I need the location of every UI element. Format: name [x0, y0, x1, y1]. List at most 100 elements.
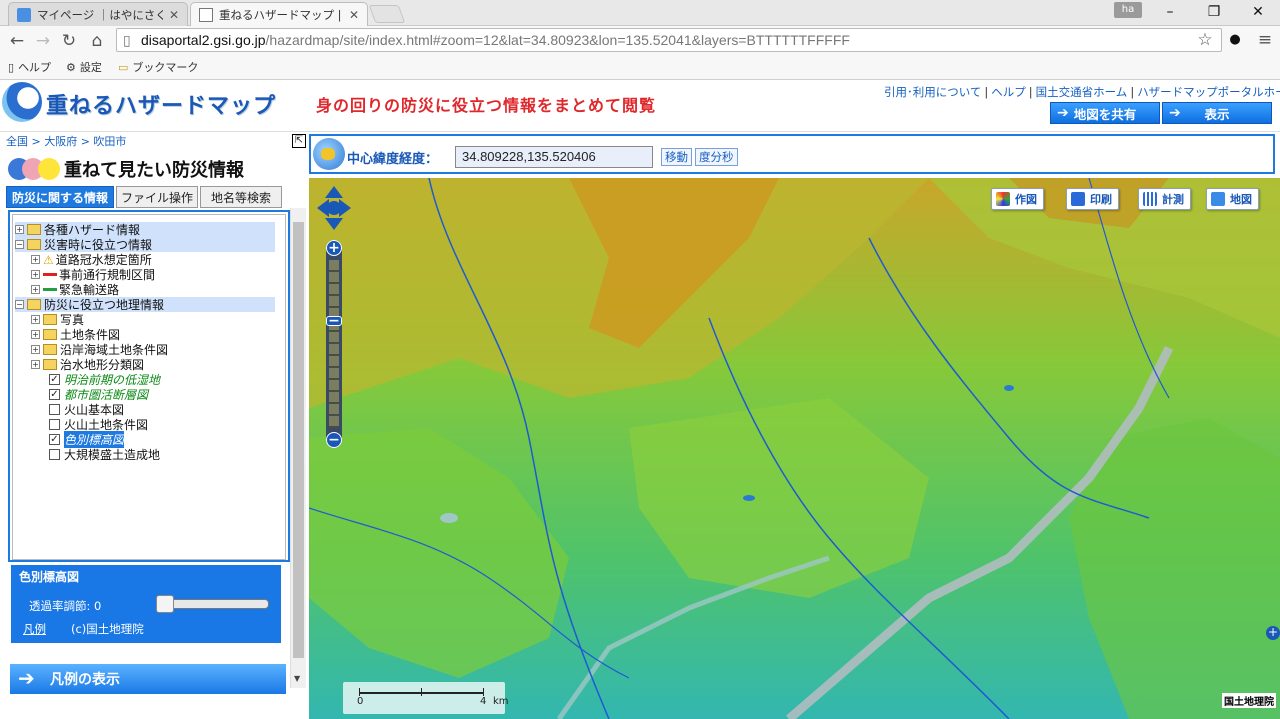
map-view[interactable]: 作図 印刷 計測 地図 + − − 0 4 km 国土地理院 + — [309, 178, 1280, 719]
breadcrumb[interactable]: 全国 > 大阪府 > 吹田市 — [6, 133, 126, 149]
home-icon[interactable]: ⌂ — [86, 30, 108, 52]
checkbox[interactable] — [49, 404, 60, 415]
pan-control[interactable] — [317, 186, 351, 230]
address-bar[interactable]: ▯ disaportal2.gsi.go.jp/hazardmap/site/in… — [116, 28, 1222, 52]
close-window-button[interactable]: ✕ — [1236, 0, 1280, 24]
link-mlit-home[interactable]: 国土交通省ホーム — [1036, 85, 1128, 99]
tree-item-traffic-regulation[interactable]: + 事前通行規制区間 — [31, 267, 155, 282]
tree-item-meiji-lowland[interactable]: ✓ 明治前期の低湿地 — [49, 372, 160, 387]
checkbox[interactable]: ✓ — [49, 374, 60, 385]
tree-item-photo[interactable]: + 写真 — [31, 312, 84, 327]
new-tab-button[interactable] — [368, 5, 406, 23]
checkbox[interactable] — [49, 419, 60, 430]
browser-tab-mypage[interactable]: マイページ ｜はやにさく｜ みんな ✕ — [8, 2, 188, 26]
zoom-handle[interactable]: − — [326, 314, 342, 328]
print-label: 印刷 — [1090, 193, 1112, 206]
tree-item-flood-terrain[interactable]: + 治水地形分類図 — [31, 357, 144, 372]
map-type-label: 地図 — [1230, 193, 1252, 206]
tree-item-hazard[interactable]: + 各種ハザード情報 — [15, 222, 275, 237]
folder-icon — [43, 314, 57, 325]
draw-button[interactable]: 作図 — [991, 188, 1044, 210]
collapse-panel-icon[interactable]: ⇱ — [292, 134, 306, 148]
expand-icon[interactable]: + — [31, 315, 40, 324]
tab-place-search[interactable]: 地名等検索 — [200, 186, 282, 208]
tree-item-large-fill[interactable]: 大規模盛土造成地 — [49, 447, 160, 462]
bookmark-settings[interactable]: ⚙ 設定 — [66, 58, 102, 76]
extension-icon[interactable]: ● — [1224, 29, 1246, 51]
minimize-button[interactable]: – — [1148, 0, 1192, 24]
show-button[interactable]: ➔ 表示 — [1162, 102, 1272, 124]
measure-label: 計測 — [1162, 193, 1184, 206]
scale-unit: km — [493, 696, 509, 707]
circle-yellow-icon — [38, 158, 60, 180]
back-arrow-icon[interactable]: ← — [6, 30, 28, 52]
browser-toolbar: ← → ↻ ⌂ ▯ disaportal2.gsi.go.jp/hazardmap… — [0, 26, 1280, 54]
reload-icon[interactable]: ↻ — [58, 30, 80, 52]
opacity-slider-handle[interactable] — [156, 595, 174, 613]
show-legend-button[interactable]: ➔ 凡例の表示 — [10, 664, 286, 694]
tab-close-icon[interactable]: ✕ — [169, 8, 179, 22]
zoom-slider[interactable]: + − − — [326, 240, 342, 448]
menu-icon[interactable]: ≡ — [1254, 29, 1276, 51]
expand-icon[interactable]: + — [31, 285, 40, 294]
folder-icon: ▭ — [118, 60, 129, 74]
expand-icon[interactable]: + — [31, 270, 40, 279]
link-help[interactable]: ヘルプ — [991, 85, 1026, 99]
tree-item-road-flood[interactable]: + ⚠ 道路冠水想定箇所 — [31, 252, 152, 267]
print-button[interactable]: 印刷 — [1066, 188, 1119, 210]
zoom-out-icon[interactable]: − — [326, 432, 342, 448]
tree-item-volcano-land[interactable]: 火山土地条件図 — [49, 417, 148, 432]
tree-item-emergency-route[interactable]: + 緊急輸送路 — [31, 282, 119, 297]
profile-badge[interactable]: ha — [1114, 2, 1142, 18]
tab-close-icon[interactable]: ✕ — [349, 8, 359, 22]
scale-end: 4 — [480, 696, 487, 707]
browser-tab-hazardmap[interactable]: 重ねるハザードマップ | 国土交 ✕ — [190, 2, 368, 27]
zoom-in-icon[interactable]: + — [326, 240, 342, 256]
expand-icon[interactable]: + — [15, 225, 24, 234]
expand-panel-icon[interactable]: + — [1266, 626, 1280, 640]
dms-button[interactable]: 度分秒 — [695, 148, 738, 166]
opacity-slider[interactable] — [156, 595, 269, 613]
scrollbar-thumb[interactable] — [293, 222, 304, 658]
scroll-down-icon[interactable]: ▼ — [294, 674, 300, 683]
legend-link[interactable]: 凡例 — [23, 621, 46, 637]
site-title[interactable]: 重ねるハザードマップ — [46, 88, 276, 120]
expand-icon[interactable]: + — [31, 345, 40, 354]
collapse-icon[interactable]: − — [15, 300, 24, 309]
layer-tree-panel: + 各種ハザード情報 − 災害時に役立つ情報 + ⚠ 道路冠水想定箇所 + 事前通行規制区… — [8, 210, 290, 562]
tree-item-active-fault[interactable]: ✓ 都市圏活断層図 — [49, 387, 148, 402]
tree-item-geo-info[interactable]: − 防災に役立つ地理情報 — [15, 297, 275, 312]
maximize-button[interactable]: ❐ — [1192, 0, 1236, 24]
expand-icon[interactable]: + — [31, 255, 40, 264]
tree-item-disaster-time[interactable]: − 災害時に役立つ情報 — [15, 237, 275, 252]
checkbox[interactable] — [49, 449, 60, 460]
tree-item-land-condition[interactable]: + 土地条件図 — [31, 327, 120, 342]
measure-button[interactable]: 計測 — [1138, 188, 1191, 210]
header-links: 引用･利用について|ヘルプ|国土交通省ホーム|ハザードマップポータルホーム — [884, 84, 1280, 100]
tree-item-color-elevation[interactable]: ✓ 色別標高図 — [49, 431, 125, 448]
tab-file-ops[interactable]: ファイル操作 — [116, 186, 198, 208]
expand-icon[interactable]: + — [31, 330, 40, 339]
tree-item-volcano-base[interactable]: 火山基本図 — [49, 402, 124, 417]
expand-icon[interactable]: + — [31, 360, 40, 369]
forward-arrow-icon[interactable]: → — [32, 30, 54, 52]
panel-title-first: 重 — [64, 160, 82, 181]
link-portal-home[interactable]: ハザードマップポータルホーム — [1137, 85, 1280, 99]
star-icon[interactable]: ☆ — [1194, 29, 1216, 51]
left-panel-scrollbar[interactable]: ▼ — [290, 208, 306, 688]
move-button[interactable]: 移動 — [661, 148, 692, 166]
green-line-icon — [43, 288, 57, 291]
checkbox[interactable]: ✓ — [49, 434, 60, 445]
share-map-button[interactable]: ➔ 地図を共有 — [1050, 102, 1160, 124]
collapse-icon[interactable]: − — [15, 240, 24, 249]
checkbox[interactable]: ✓ — [49, 389, 60, 400]
tab-disaster-info[interactable]: 防災に関する情報 — [6, 186, 114, 208]
map-type-button[interactable]: 地図 — [1206, 188, 1259, 210]
zoom-track[interactable] — [329, 260, 339, 428]
bookmark-help[interactable]: ▯ ヘルプ — [8, 58, 51, 76]
panel-title-text: ねて見たい防災情報 — [82, 160, 244, 181]
tree-item-coastal[interactable]: + 沿岸海域土地条件図 — [31, 342, 168, 357]
coordinate-input[interactable]: 34.809228,135.520406 — [455, 146, 653, 168]
bookmark-folder[interactable]: ▭ ブックマーク — [118, 58, 198, 76]
link-citation[interactable]: 引用･利用について — [884, 85, 981, 99]
